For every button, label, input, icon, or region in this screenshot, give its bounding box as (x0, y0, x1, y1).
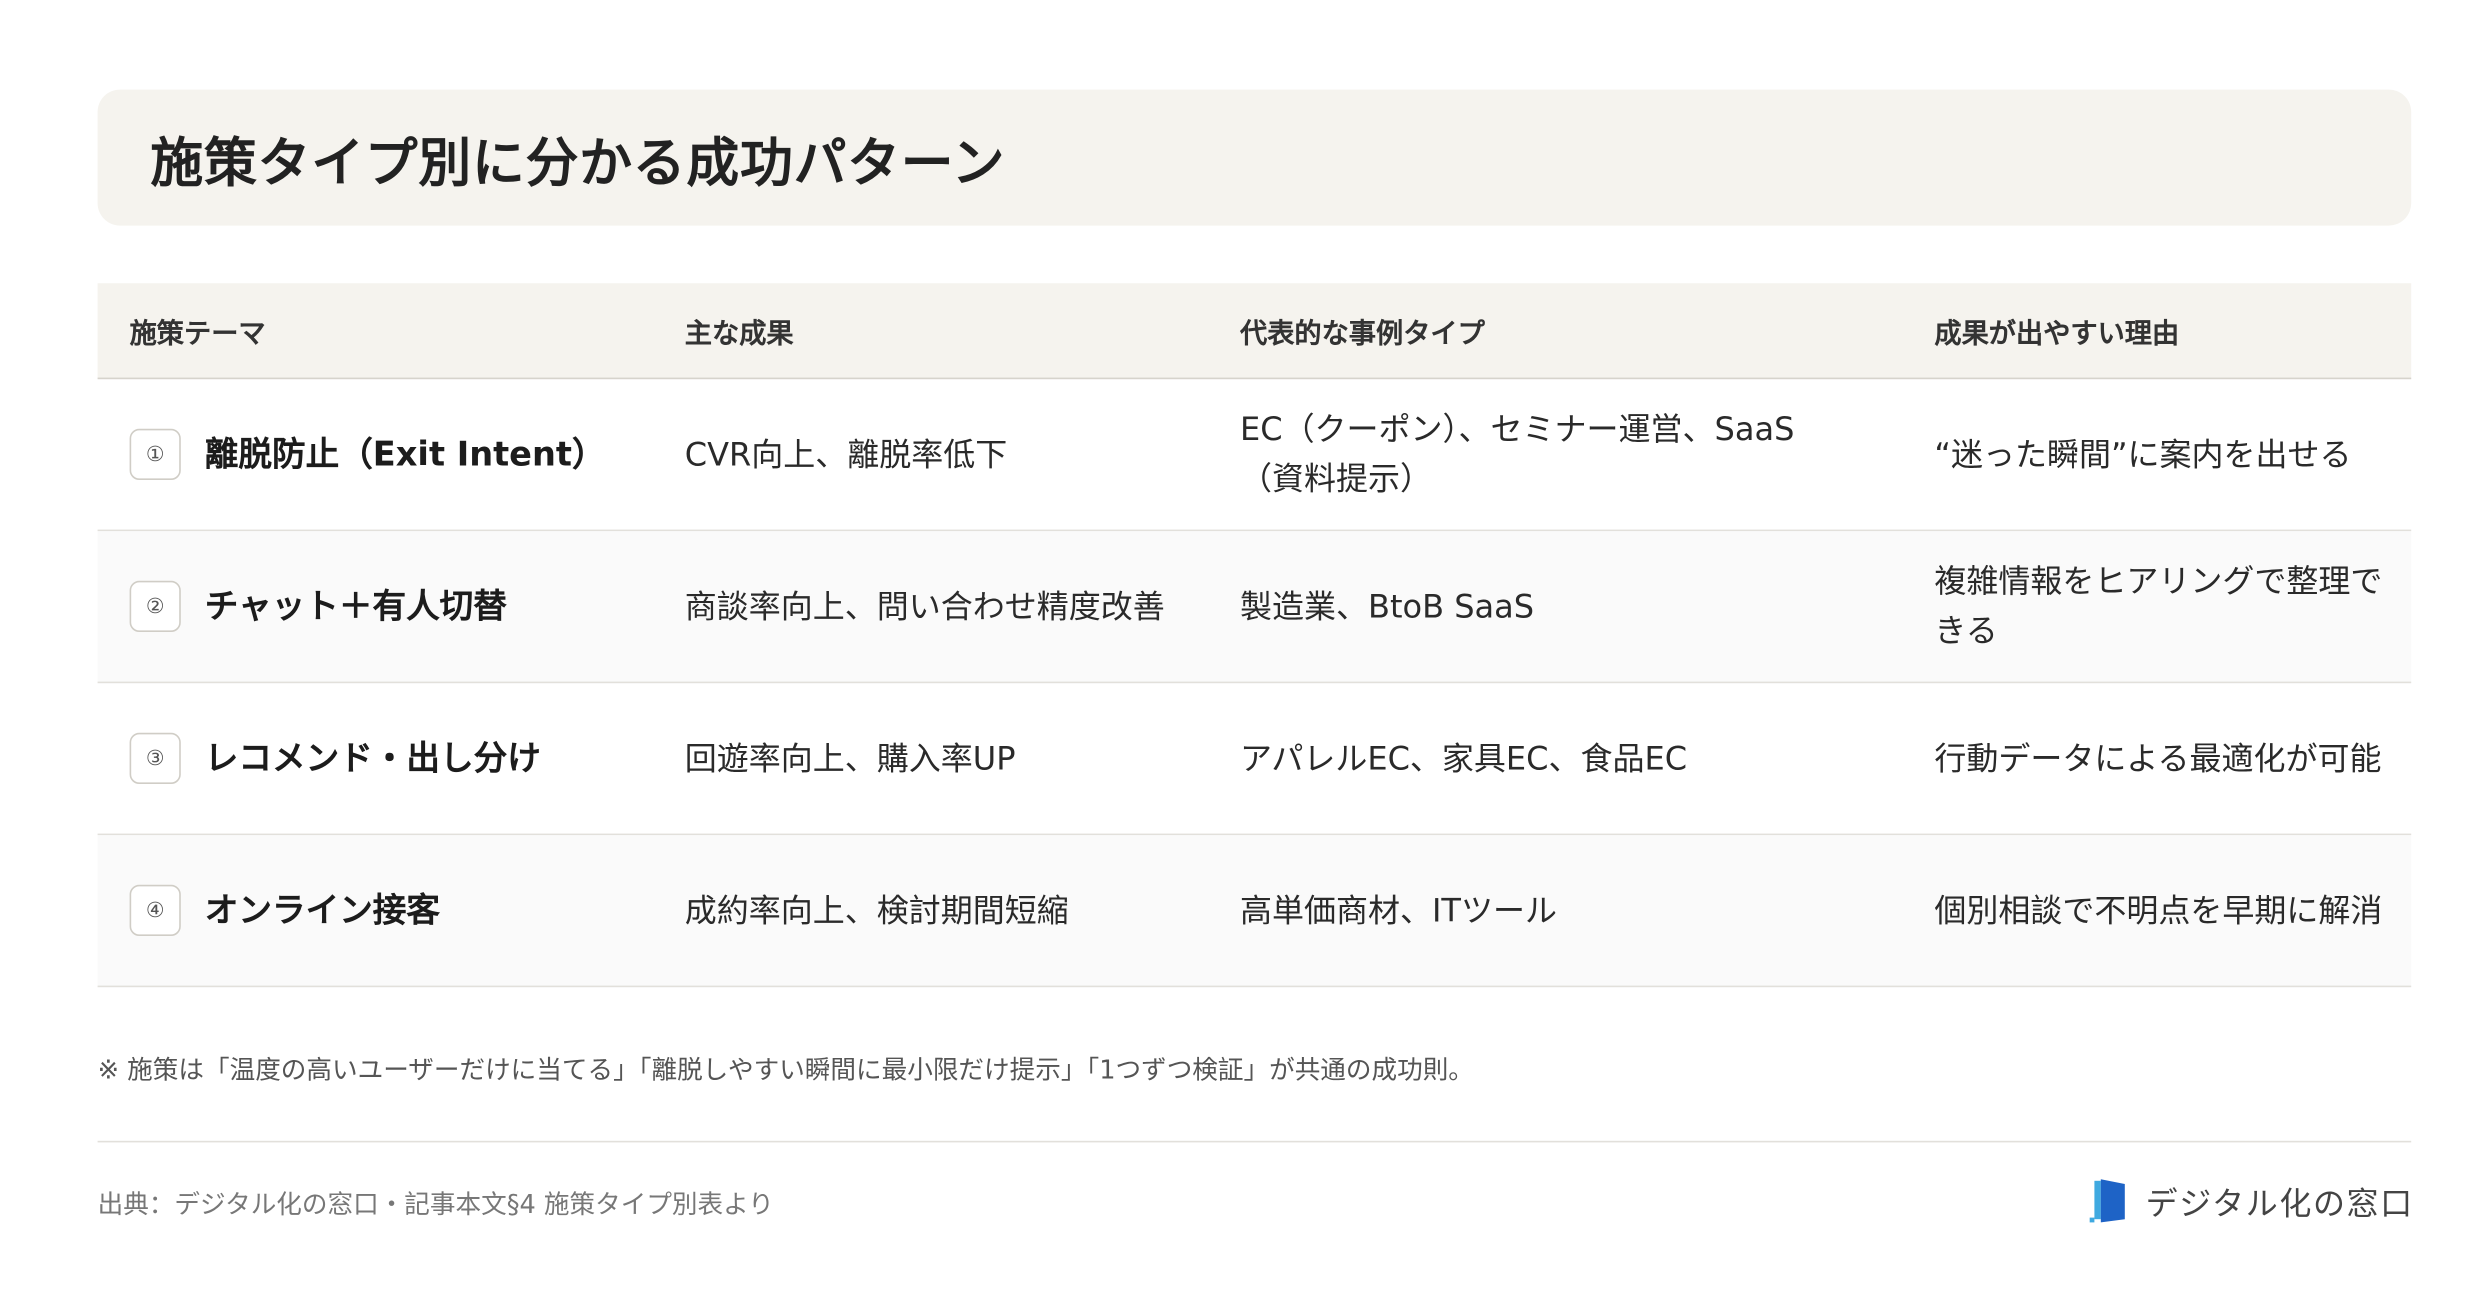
table-row: ① 離脱防止（Exit Intent） CVR向上、離脱率低下 EC（クーポン）… (97, 379, 2412, 532)
theme-label: チャット＋有人切替 (204, 586, 507, 625)
infographic: 施策タイプ別に分かる成功パターン 施策テーマ 主な成果 代表的な事例タイプ 成果… (0, 0, 2480, 1302)
result-cell: 回遊率向上、購入率UP (684, 738, 1016, 777)
theme-label: オンライン接客 (204, 890, 440, 929)
reason-cell: 個別相談で不明点を早期に解消 (1934, 890, 2383, 929)
number-badge: ③ (129, 732, 181, 784)
theme-cell: ③ レコメンド・出し分け (129, 683, 541, 833)
cases-cell: 高単価商材、ITツール (1240, 890, 1557, 929)
table-row: ③ レコメンド・出し分け 回遊率向上、購入率UP アパレルEC、家具EC、食品E… (97, 683, 2412, 836)
number-badge: ④ (129, 884, 181, 936)
header-cases: 代表的な事例タイプ (1240, 318, 1485, 351)
reason-cell: “迷った瞬間”に案内を出せる (1934, 434, 2352, 473)
brand-name: デジタル化の窓口 (2145, 1183, 2414, 1222)
cases-cell: アパレルEC、家具EC、食品EC (1240, 738, 1688, 777)
result-cell: CVR向上、離脱率低下 (684, 434, 1008, 473)
page-title: 施策タイプ別に分かる成功パターン (150, 130, 1006, 193)
divider (97, 1140, 2412, 1143)
footnote: ※ 施策は「温度の高いユーザーだけに当てる」「離脱しやすい瞬間に最小限だけ提示」… (97, 1054, 1474, 1085)
header-result: 主な成果 (684, 318, 794, 351)
theme-label: 離脱防止（Exit Intent） (204, 434, 606, 473)
header-theme: 施策テーマ (129, 318, 266, 351)
result-cell: 商談率向上、問い合わせ精度改善 (684, 586, 1165, 625)
cases-cell: EC（クーポン）、セミナー運営、SaaS（資料提示） (1240, 409, 1795, 498)
reason-cell: 行動データによる最適化が可能 (1934, 738, 2382, 777)
table-row: ④ オンライン接客 成約率向上、検討期間短縮 高単価商材、ITツール 個別相談で… (97, 835, 2412, 988)
theme-label: レコメンド・出し分け (204, 738, 541, 777)
table-header: 施策テーマ 主な成果 代表的な事例タイプ 成果が出やすい理由 (97, 283, 2412, 380)
door-logo-icon (2089, 1179, 2125, 1223)
theme-cell: ② チャット＋有人切替 (129, 531, 507, 681)
cases-cell: 製造業、BtoB SaaS (1240, 586, 1535, 625)
theme-cell: ④ オンライン接客 (129, 835, 440, 985)
brand-logo: デジタル化の窓口 (2089, 1174, 2414, 1225)
title-banner: 施策タイプ別に分かる成功パターン (97, 89, 2412, 226)
pattern-table: 施策テーマ 主な成果 代表的な事例タイプ 成果が出やすい理由 ① 離脱防止（Ex… (97, 283, 2412, 988)
header-reason: 成果が出やすい理由 (1934, 318, 2180, 351)
number-badge: ② (129, 580, 181, 632)
number-badge: ① (129, 428, 181, 480)
source-credit: 出典：デジタル化の窓口・記事本文§4 施策タイプ別表より (97, 1188, 774, 1220)
reason-cell: 複雑情報をヒアリングで整理できる (1934, 561, 2383, 650)
table-row: ② チャット＋有人切替 商談率向上、問い合わせ精度改善 製造業、BtoB Saa… (97, 531, 2412, 684)
result-cell: 成約率向上、検討期間短縮 (684, 890, 1069, 929)
theme-cell: ① 離脱防止（Exit Intent） (129, 379, 606, 529)
